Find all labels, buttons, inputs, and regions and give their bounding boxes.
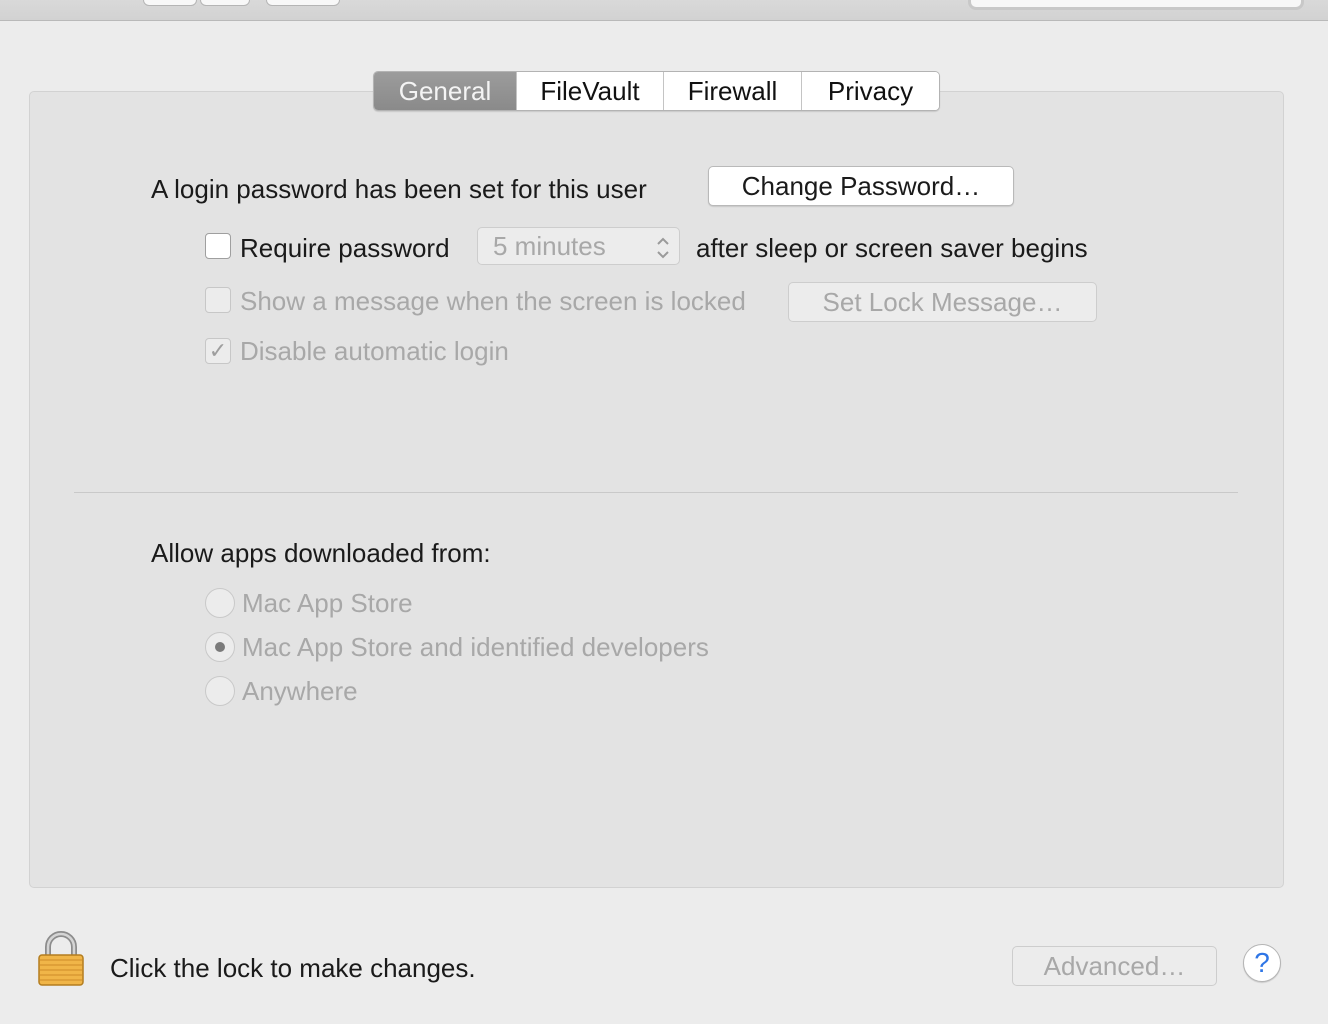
lock-icon[interactable] [36, 930, 86, 988]
radio-anywhere-label: Anywhere [242, 676, 358, 706]
tab-general[interactable]: General [374, 72, 516, 110]
content-pane [29, 91, 1284, 888]
require-password-suffix: after sleep or screen saver begins [696, 233, 1088, 263]
disable-auto-login-label: Disable automatic login [240, 336, 509, 366]
question-mark-icon: ? [1254, 947, 1270, 978]
radio-anywhere[interactable] [205, 676, 235, 706]
lock-status-text: Click the lock to make changes. [110, 953, 476, 983]
require-password-label: Require password [240, 233, 450, 263]
change-password-button[interactable]: Change Password… [708, 166, 1014, 206]
radio-mac-app-store[interactable] [205, 588, 235, 618]
set-lock-message-button[interactable]: Set Lock Message… [788, 282, 1097, 322]
show-message-checkbox[interactable] [205, 287, 231, 313]
tab-firewall[interactable]: Firewall [663, 72, 801, 110]
tab-privacy[interactable]: Privacy [801, 72, 939, 110]
allow-apps-heading: Allow apps downloaded from: [151, 538, 491, 568]
show-all-button[interactable] [266, 0, 340, 6]
radio-identified-developers-label: Mac App Store and identified developers [242, 632, 709, 662]
radio-mac-app-store-label: Mac App Store [242, 588, 413, 618]
require-password-checkbox[interactable] [205, 233, 231, 259]
login-password-status: A login password has been set for this u… [151, 174, 647, 204]
require-password-delay-popup[interactable]: 5 minutes [477, 227, 680, 265]
tab-bar: General FileVault Firewall Privacy [373, 71, 940, 111]
help-button[interactable]: ? [1243, 944, 1281, 982]
back-button[interactable] [143, 0, 197, 6]
checkmark-icon: ✓ [208, 338, 228, 363]
forward-button[interactable] [200, 0, 250, 6]
tab-filevault[interactable]: FileVault [516, 72, 663, 110]
chevron-up-down-icon [655, 234, 671, 260]
advanced-button[interactable]: Advanced… [1012, 946, 1217, 986]
require-password-delay-value: 5 minutes [493, 231, 606, 261]
show-message-label: Show a message when the screen is locked [240, 286, 746, 316]
radio-identified-developers[interactable] [205, 632, 235, 662]
radio-selected-dot [215, 642, 225, 652]
section-divider [74, 492, 1238, 493]
disable-auto-login-checkbox[interactable]: ✓ [205, 338, 231, 364]
search-field[interactable] [968, 0, 1304, 10]
